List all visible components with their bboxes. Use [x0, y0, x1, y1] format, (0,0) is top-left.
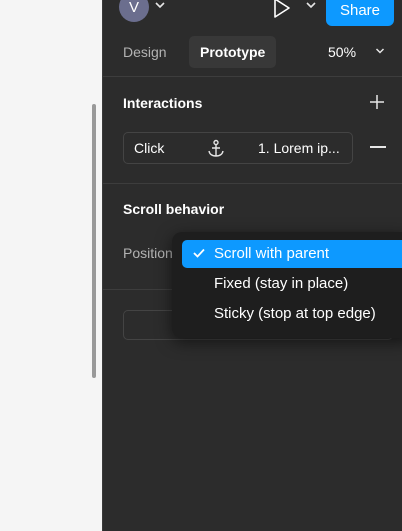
canvas-area	[0, 0, 102, 531]
canvas-scrollbar[interactable]	[92, 104, 96, 378]
panel-tabs: Design Prototype 50%	[103, 36, 402, 68]
position-label: Position	[123, 245, 173, 261]
avatar[interactable]: V	[119, 0, 149, 22]
divider	[103, 183, 402, 184]
chevron-down-icon[interactable]	[154, 1, 166, 9]
chevron-down-icon[interactable]	[375, 47, 385, 55]
share-button[interactable]: Share	[326, 0, 394, 26]
tab-design[interactable]: Design	[123, 36, 167, 68]
tab-prototype[interactable]: Prototype	[189, 36, 277, 68]
interaction-destination: 1. Lorem ip...	[258, 140, 340, 156]
menu-item-label: Sticky (stop at top edge)	[214, 305, 376, 322]
interaction-item[interactable]: Click 1. Lorem ip...	[123, 132, 353, 164]
anchor-icon	[208, 139, 224, 157]
scroll-behavior-title: Scroll behavior	[123, 201, 225, 217]
menu-item-label: Scroll with parent	[214, 245, 330, 262]
menu-item-fixed[interactable]: Fixed (stay in place)	[182, 270, 402, 298]
chevron-down-icon[interactable]	[305, 1, 317, 9]
check-icon	[193, 248, 205, 258]
interactions-title: Interactions	[123, 95, 203, 111]
menu-item-scroll-with-parent[interactable]: Scroll with parent	[182, 240, 402, 268]
zoom-level[interactable]: 50%	[328, 36, 356, 68]
interaction-trigger: Click	[134, 140, 165, 156]
play-icon[interactable]	[269, 0, 293, 20]
menu-item-label: Fixed (stay in place)	[214, 275, 349, 292]
menu-item-sticky[interactable]: Sticky (stop at top edge)	[182, 300, 402, 328]
minus-icon[interactable]	[370, 146, 386, 148]
plus-icon[interactable]	[369, 94, 385, 110]
panel-toolbar: V Share	[103, 0, 402, 30]
divider	[103, 76, 402, 77]
position-dropdown-menu: Scroll with parent Fixed (stay in place)…	[172, 232, 402, 338]
